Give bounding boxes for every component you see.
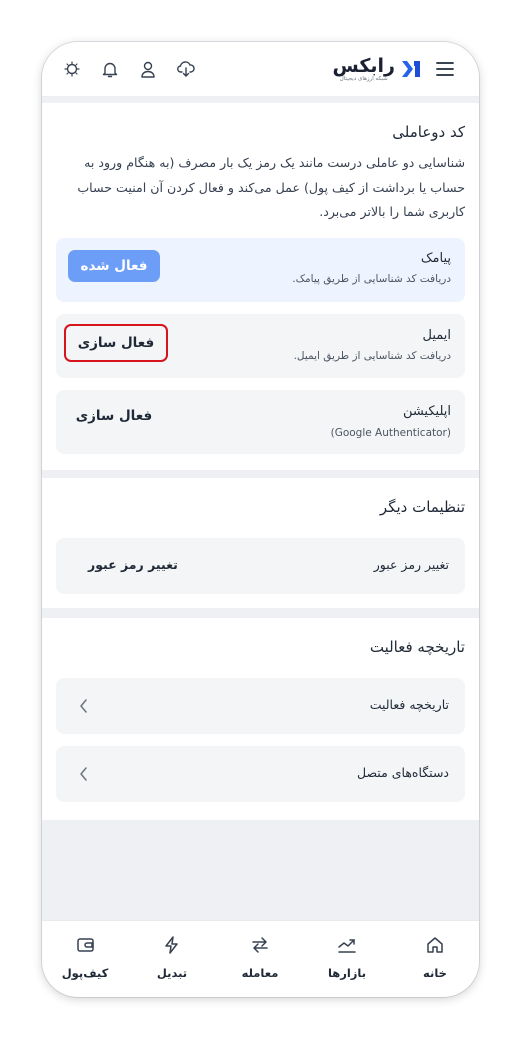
tab-home[interactable]: خانه xyxy=(400,933,470,980)
top-bar: رابکس شبکه ارزهای دیجیتال xyxy=(42,42,479,97)
app-method-card: اپلیکیشن (Google Authenticator) فعال ساز… xyxy=(56,390,465,454)
brand-tagline: شبکه ارزهای دیجیتال xyxy=(339,75,388,82)
row-label: دستگاه‌های متصل xyxy=(356,765,449,780)
email-activate-button[interactable]: فعال سازی xyxy=(64,324,168,362)
convert-lightning-icon xyxy=(137,933,207,957)
user-icon[interactable] xyxy=(136,57,160,81)
brand-mark-icon xyxy=(402,61,420,77)
method-subtitle: (Google Authenticator) xyxy=(330,427,451,439)
brand-logo: رابکس شبکه ارزهای دیجیتال xyxy=(333,54,424,84)
tab-markets[interactable]: بازارها xyxy=(312,933,382,980)
tab-label: خانه xyxy=(423,966,447,980)
other-settings-section: تنظیمات دیگر تغییر رمز عبور تغییر رمز عب… xyxy=(42,478,479,608)
trade-arrows-icon xyxy=(225,933,295,957)
home-icon xyxy=(400,933,470,957)
tab-convert[interactable]: تبدیل xyxy=(137,933,207,980)
bell-icon[interactable] xyxy=(98,57,122,81)
tab-label: تبدیل xyxy=(156,966,188,980)
section-title: کد دوعاملی xyxy=(392,123,465,141)
row-label: تاریخچه فعالیت xyxy=(369,697,449,712)
section-title: تاریخچه فعالیت xyxy=(369,638,465,656)
menu-icon[interactable] xyxy=(433,57,457,81)
email-method-card: ایمیل دریافت کد شناسایی از طریق ایمیل. ف… xyxy=(56,314,465,378)
theme-sun-icon[interactable] xyxy=(60,57,84,81)
tab-trade[interactable]: معامله xyxy=(225,933,295,980)
change-password-button[interactable]: تغییر رمز عبور xyxy=(88,557,178,572)
method-subtitle: دریافت کد شناسایی از طریق پیامک. xyxy=(292,273,451,285)
change-password-card[interactable]: تغییر رمز عبور تغییر رمز عبور xyxy=(56,538,465,594)
method-title: ایمیل xyxy=(422,328,451,343)
method-subtitle: دریافت کد شناسایی از طریق ایمیل. xyxy=(293,350,451,362)
two-factor-section: کد دوعاملی شناسایی دو عاملی درست مانند ی… xyxy=(42,103,479,470)
tab-label: معامله xyxy=(241,966,279,980)
connected-devices-row[interactable]: دستگاه‌های متصل xyxy=(56,746,465,802)
method-title: اپلیکیشن xyxy=(402,404,451,419)
method-title: پیامک xyxy=(420,251,451,266)
wallet-icon xyxy=(50,933,120,957)
tab-label: بازارها xyxy=(327,966,367,980)
sms-enabled-button[interactable]: فعال شده xyxy=(68,250,160,282)
tab-label: کیف‌پول xyxy=(61,966,109,980)
download-cloud-icon[interactable] xyxy=(174,57,198,81)
activity-section: تاریخچه فعالیت تاریخچه فعالیت دستگاه‌های… xyxy=(42,618,479,820)
bottom-nav: خانه بازارها معامله تبدیل کیف‌پول xyxy=(42,920,479,997)
brand-name: رابکس xyxy=(332,54,396,77)
change-password-label: تغییر رمز عبور xyxy=(373,557,449,572)
chevron-left-icon xyxy=(80,767,87,781)
sms-method-card: پیامک دریافت کد شناسایی از طریق پیامک. ف… xyxy=(56,238,465,302)
section-title: تنظیمات دیگر xyxy=(379,498,465,516)
two-factor-description: شناسایی دو عاملی درست مانند یک رمز یک با… xyxy=(77,155,465,219)
activity-history-row[interactable]: تاریخچه فعالیت xyxy=(56,678,465,734)
chevron-left-icon xyxy=(80,699,87,713)
app-activate-button[interactable]: فعال سازی xyxy=(68,400,160,432)
phone-frame: رابکس شبکه ارزهای دیجیتال کد دوعاملی شنا… xyxy=(42,42,479,997)
tab-wallet[interactable]: کیف‌پول xyxy=(50,933,120,980)
markets-chart-icon xyxy=(312,933,382,957)
